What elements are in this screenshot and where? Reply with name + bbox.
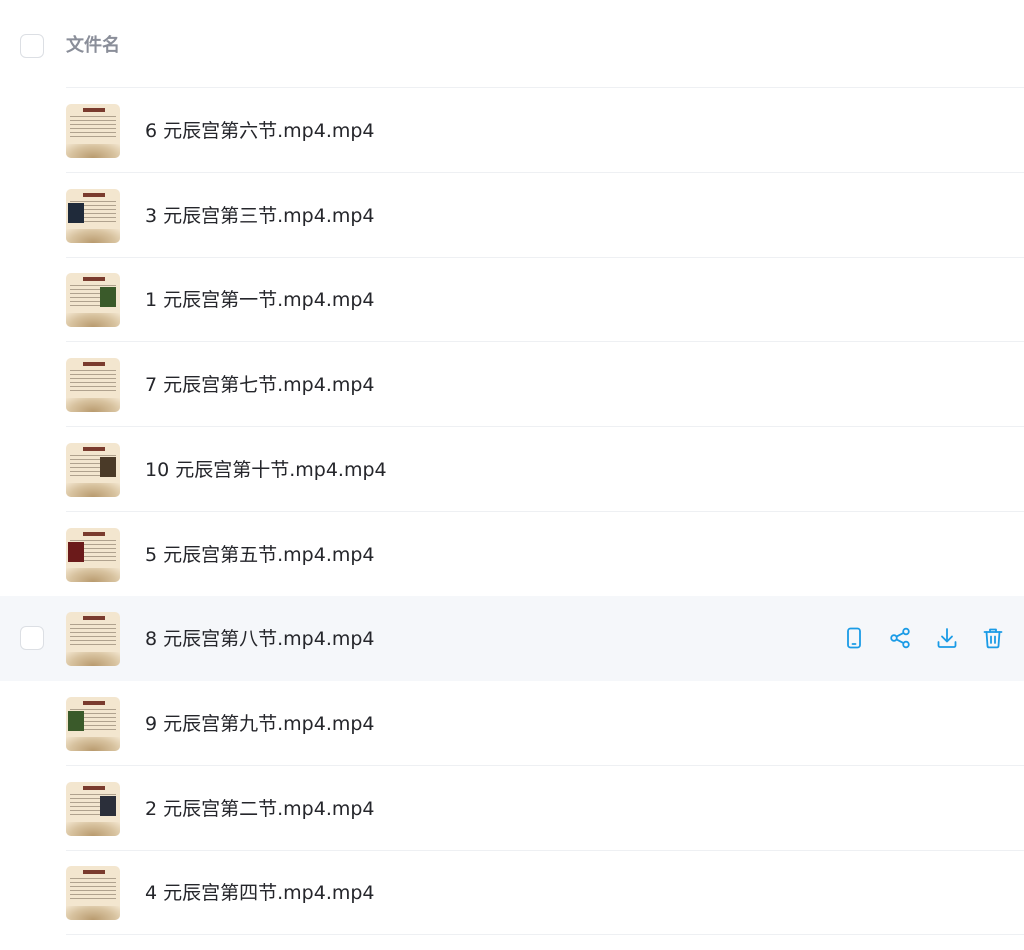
file-list: 文件名 6 元辰宫第六节.mp4.mp4 3 元辰宫第三节.mp4.mp4 1 元辰… <box>0 0 1024 950</box>
file-row[interactable]: 3 元辰宫第三节.mp4.mp4 <box>0 173 1024 258</box>
file-row[interactable]: 6 元辰宫第六节.mp4.mp4 <box>0 88 1024 173</box>
file-row[interactable]: 5 元辰宫第五节.mp4.mp4 <box>0 512 1024 597</box>
file-name[interactable]: 10 元辰宫第十节.mp4.mp4 <box>145 457 387 483</box>
row-checkbox[interactable] <box>20 626 44 651</box>
file-row[interactable]: 4 元辰宫第四节.mp4.mp4 <box>0 850 1024 936</box>
share-icon[interactable] <box>888 626 912 650</box>
file-name[interactable]: 4 元辰宫第四节.mp4.mp4 <box>145 880 375 906</box>
video-thumbnail[interactable] <box>66 612 120 667</box>
video-thumbnail[interactable] <box>66 358 120 413</box>
video-thumbnail[interactable] <box>66 781 120 836</box>
file-row[interactable]: 1 元辰宫第一节.mp4.mp4 <box>0 257 1024 343</box>
trash-icon[interactable] <box>981 626 1005 650</box>
download-icon[interactable] <box>935 626 959 650</box>
file-row[interactable]: 2 元辰宫第二节.mp4.mp4 <box>0 766 1024 851</box>
file-name[interactable]: 1 元辰宫第一节.mp4.mp4 <box>145 287 375 313</box>
file-row[interactable]: 7 元辰宫第七节.mp4.mp4 <box>0 342 1024 428</box>
list-header: 文件名 <box>0 0 1024 88</box>
file-row[interactable]: 10 元辰宫第十节.mp4.mp4 <box>0 427 1024 512</box>
column-header-filename[interactable]: 文件名 <box>66 33 120 59</box>
file-name[interactable]: 9 元辰宫第九节.mp4.mp4 <box>145 711 375 737</box>
file-name[interactable]: 8 元辰宫第八节.mp4.mp4 <box>145 626 375 652</box>
select-all-checkbox[interactable] <box>20 34 44 58</box>
video-thumbnail[interactable] <box>66 188 120 243</box>
video-thumbnail[interactable] <box>66 866 120 921</box>
row-divider <box>66 934 1024 936</box>
file-row[interactable]: 8 元辰宫第八节.mp4.mp4 <box>0 596 1024 682</box>
video-thumbnail[interactable] <box>66 104 120 158</box>
file-row[interactable]: 9 元辰宫第九节.mp4.mp4 <box>0 681 1024 766</box>
video-thumbnail[interactable] <box>66 273 120 328</box>
file-name[interactable]: 5 元辰宫第五节.mp4.mp4 <box>145 542 375 568</box>
row-actions <box>842 626 1012 650</box>
file-name[interactable]: 2 元辰宫第二节.mp4.mp4 <box>145 796 375 822</box>
file-name[interactable]: 7 元辰宫第七节.mp4.mp4 <box>145 372 375 398</box>
video-thumbnail[interactable] <box>66 442 120 497</box>
phone-icon[interactable] <box>842 626 866 650</box>
video-thumbnail[interactable] <box>66 696 120 751</box>
file-name[interactable]: 3 元辰宫第三节.mp4.mp4 <box>145 203 375 229</box>
video-thumbnail[interactable] <box>66 527 120 582</box>
file-name[interactable]: 6 元辰宫第六节.mp4.mp4 <box>145 118 375 144</box>
